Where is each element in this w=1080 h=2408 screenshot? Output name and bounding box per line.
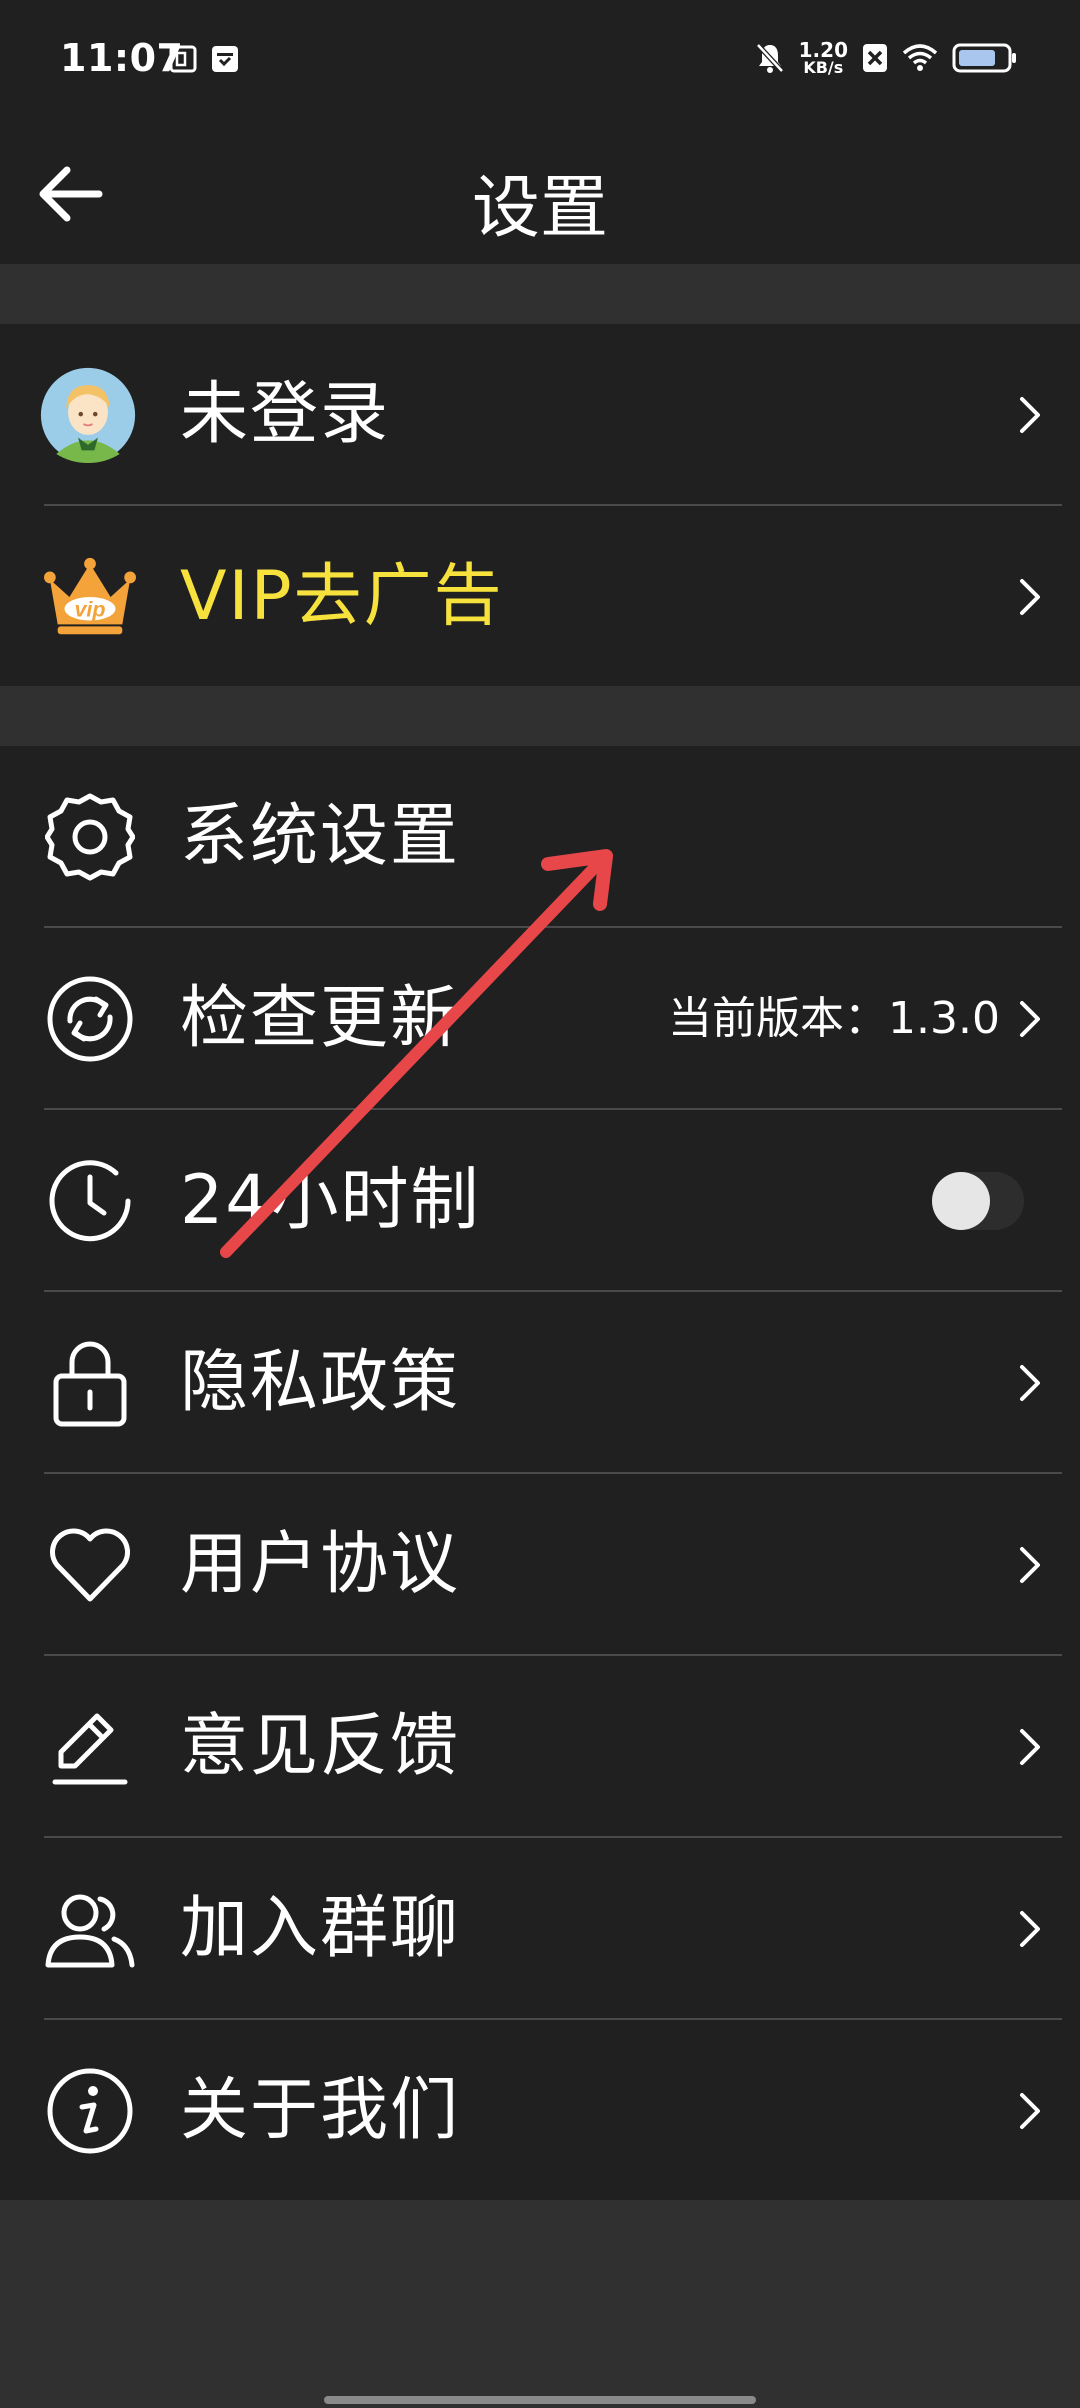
privacy-policy-label: 隐私政策 (180, 1343, 461, 1422)
user-agreement-row[interactable]: 用户协议 (0, 1474, 1080, 1656)
chevron-right-icon (1010, 390, 1050, 440)
24-hour-row: 24小时制 (0, 1110, 1080, 1292)
chevron-right-icon (1010, 1722, 1050, 1772)
heart-icon (44, 1519, 136, 1611)
gear-icon (44, 791, 136, 883)
chevron-right-icon (1010, 1540, 1050, 1590)
privacy-policy-row[interactable]: 隐私政策 (0, 1292, 1080, 1474)
toggle-knob (932, 1172, 990, 1230)
pencil-icon (44, 1701, 136, 1793)
chevron-right-icon (1010, 2086, 1050, 2136)
network-speed-unit: KB/s (803, 58, 844, 77)
battery-icon (952, 43, 1016, 73)
check-update-row[interactable]: 检查更新 当前版本：1.3.0 (0, 928, 1080, 1110)
status-bar: 11:07 1.20 KB/s (0, 0, 1080, 126)
chevron-right-icon (1010, 994, 1050, 1044)
chevron-right-icon (1010, 1358, 1050, 1408)
check-update-label: 检查更新 (180, 979, 461, 1058)
wifi-icon (902, 44, 938, 71)
avatar-icon (40, 367, 136, 463)
network-speed-value: 1.20 (798, 38, 848, 62)
header-bar: 设置 (0, 126, 1080, 264)
24-hour-label: 24小时制 (180, 1161, 481, 1240)
status-icons-right: 1.20 KB/s (755, 40, 1018, 76)
info-icon (44, 2065, 136, 2157)
page-title: 设置 (471, 169, 608, 248)
status-icons-left (168, 44, 240, 74)
user-agreement-label: 用户协议 (180, 1525, 461, 1604)
chevron-right-icon (1010, 572, 1050, 622)
svg-text:vip: vip (74, 598, 105, 622)
login-label: 未登录 (180, 375, 391, 454)
status-time: 11:07 (60, 36, 184, 80)
lock-icon (44, 1337, 136, 1429)
refresh-icon (44, 973, 136, 1065)
about-us-label: 关于我们 (180, 2071, 461, 2150)
system-settings-label: 系统设置 (180, 797, 461, 876)
home-indicator[interactable] (324, 2396, 756, 2404)
no-sim-icon (863, 44, 887, 72)
login-row[interactable]: 未登录 (0, 324, 1080, 506)
vip-crown-icon: vip (44, 551, 136, 643)
settings-group: 系统设置 检查更新 当前版本：1.3.0 24小时制 隐私政策 用户协议 意见反… (0, 746, 1080, 2200)
feedback-row[interactable]: 意见反馈 (0, 1656, 1080, 1838)
vip-label: VIP去广告 (180, 557, 504, 636)
system-settings-row[interactable]: 系统设置 (0, 746, 1080, 928)
join-group-chat-label: 加入群聊 (180, 1889, 461, 1968)
settings-screen: 11:07 1.20 KB/s 设置 未登录 vip VIP去广告 系统设置 检… (0, 0, 1080, 2408)
network-speed: 1.20 KB/s (799, 40, 848, 76)
clock-icon (44, 1155, 136, 1247)
current-version-text: 当前版本：1.3.0 (668, 993, 1000, 1044)
sim-card-icon (169, 45, 197, 73)
account-group: 未登录 vip VIP去广告 (0, 324, 1080, 686)
about-us-row[interactable]: 关于我们 (0, 2020, 1080, 2202)
chevron-right-icon (1010, 1904, 1050, 1954)
users-icon (44, 1883, 136, 1975)
join-group-chat-row[interactable]: 加入群聊 (0, 1838, 1080, 2020)
feedback-label: 意见反馈 (180, 1707, 461, 1786)
bell-muted-icon (755, 43, 784, 73)
vip-row[interactable]: vip VIP去广告 (0, 506, 1080, 688)
calendar-notify-icon (212, 46, 238, 72)
24-hour-toggle[interactable] (932, 1172, 1024, 1230)
